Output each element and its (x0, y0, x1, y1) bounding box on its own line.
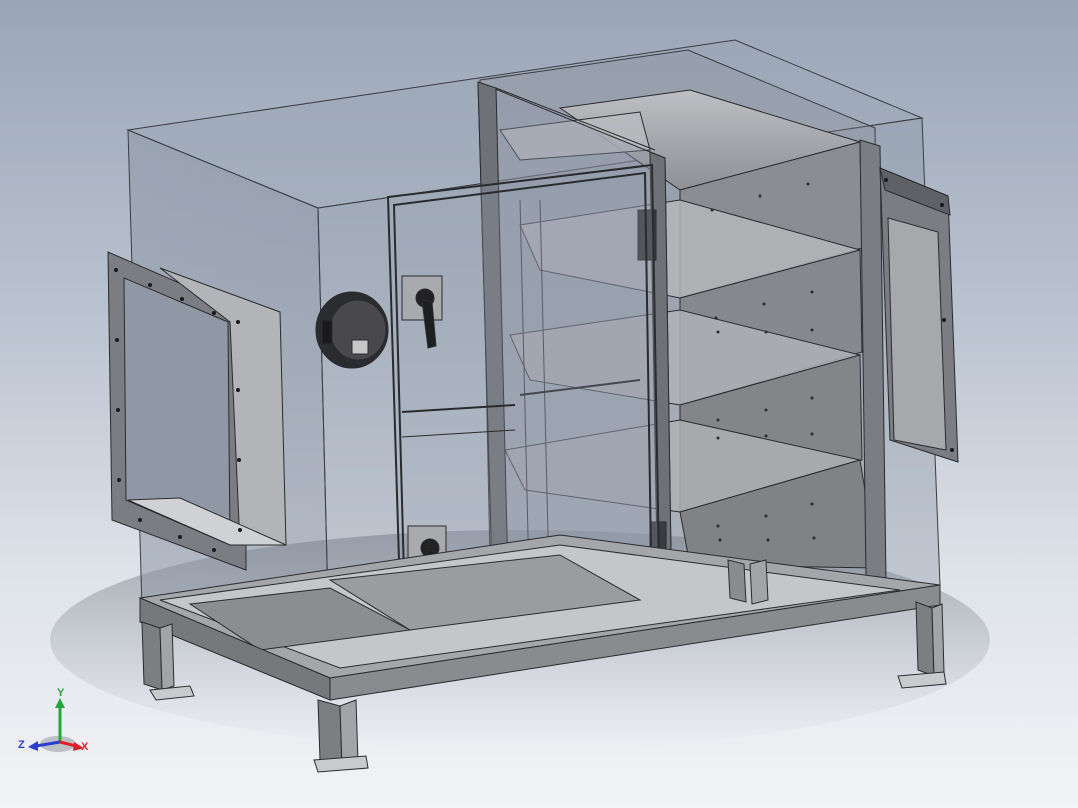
z-arrow-icon (28, 741, 38, 751)
y-arrow-icon (55, 698, 65, 708)
reference-triad: Y X Z (18, 687, 89, 753)
right-duct-flange (879, 167, 959, 463)
triad-y-label: Y (57, 687, 65, 699)
graphics-viewport[interactable] (0, 0, 1078, 808)
pressure-gauge[interactable] (315, 291, 389, 369)
triad-z-label: Z (18, 739, 25, 751)
triad-x-label: X (81, 741, 89, 753)
